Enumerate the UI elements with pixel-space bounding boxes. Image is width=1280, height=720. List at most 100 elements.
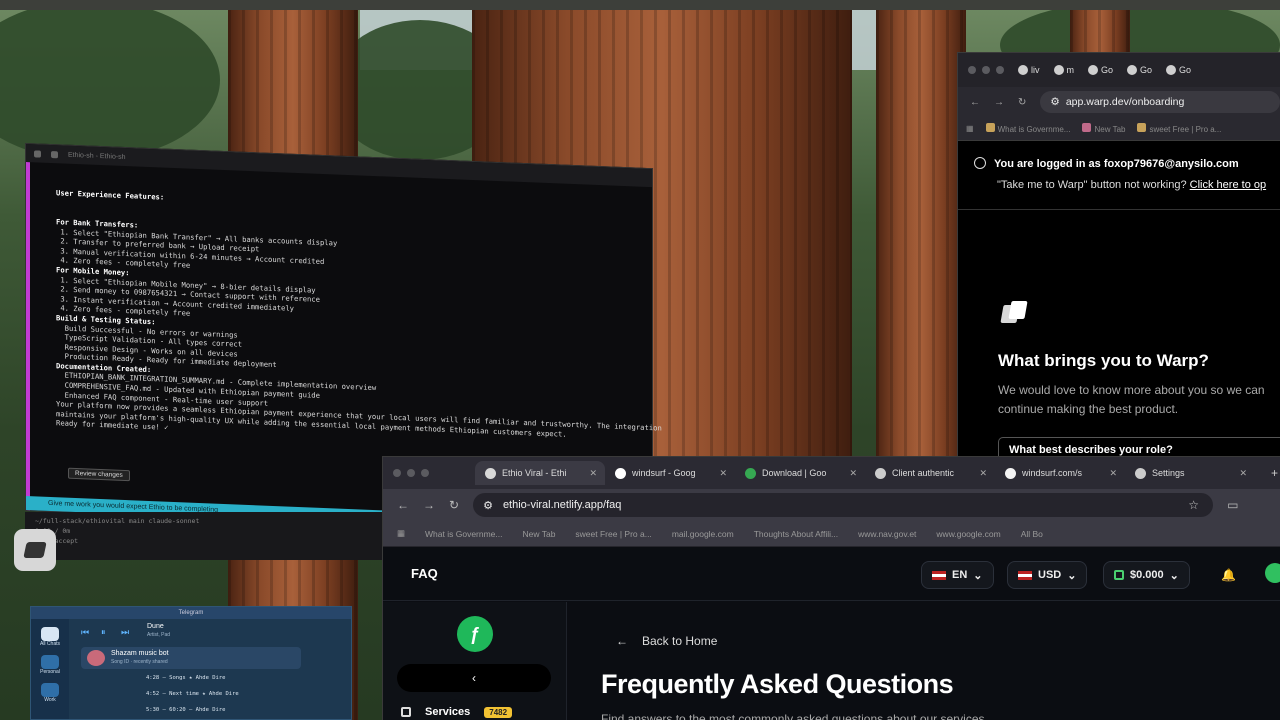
- us-flag-icon: [1018, 570, 1032, 580]
- forward-arrow-icon[interactable]: →: [423, 498, 435, 512]
- terminal-split-icon[interactable]: [51, 150, 58, 158]
- browser-tab[interactable]: m: [1053, 65, 1074, 75]
- close-tab-icon[interactable]: ✕: [719, 468, 727, 479]
- browser-tab[interactable]: Download | Goo ✕: [735, 461, 865, 485]
- sidebar-item-services[interactable]: Services 7482: [401, 706, 513, 718]
- extensions-icon[interactable]: ▭: [1227, 498, 1238, 512]
- foliage: [0, 0, 220, 160]
- bookmark-item[interactable]: www.google.com: [936, 529, 1000, 539]
- browser-tab[interactable]: Settings ✕: [1125, 461, 1255, 485]
- pause-icon[interactable]: ⏸: [101, 627, 106, 638]
- tab-favicon: [875, 467, 886, 479]
- bookmark-favicon: [1137, 123, 1147, 132]
- review-changes-button[interactable]: Review changes: [68, 467, 130, 482]
- browser-tab[interactable]: Go: [1088, 65, 1113, 75]
- bookmark-item[interactable]: sweet Free | Pro a...: [1137, 123, 1221, 134]
- bookmark-item[interactable]: All Bo: [1021, 529, 1043, 539]
- close-tab-icon[interactable]: ✕: [1109, 468, 1117, 479]
- forward-arrow-icon[interactable]: →: [994, 97, 1004, 108]
- faq-tab-bar: Ethio Viral - Ethi ✕ windsurf - Goog ✕ Downl…: [383, 457, 1280, 489]
- site-info-icon[interactable]: ⚙: [483, 499, 493, 512]
- close-tab-icon[interactable]: ✕: [849, 468, 857, 479]
- browser-tab[interactable]: Go: [1166, 65, 1191, 75]
- collapse-sidebar-button[interactable]: ‹: [397, 664, 551, 692]
- telegram-window[interactable]: Telegram All Chats Personal Work ⏮ ⏸ ⏭ D…: [30, 606, 352, 720]
- browser-tab[interactable]: windsurf - Goog ✕: [605, 461, 735, 485]
- sidebar-item-personal[interactable]: Personal: [31, 669, 69, 675]
- terminal-gutter: [26, 162, 30, 511]
- music-player: ⏮ ⏸ ⏭ Dune Artist, Pad: [77, 621, 345, 643]
- bell-icon[interactable]: 🔔: [1221, 568, 1236, 582]
- close-tab-icon[interactable]: ✕: [589, 468, 597, 479]
- sidebar-item-all-chats[interactable]: All Chats: [31, 641, 69, 647]
- next-track-icon[interactable]: ⏭: [121, 627, 129, 638]
- browser-tab[interactable]: liv: [1018, 65, 1040, 75]
- all-chats-icon[interactable]: [41, 627, 59, 641]
- browser-tab[interactable]: Client authentic ✕: [865, 461, 995, 485]
- reload-icon[interactable]: ↻: [1018, 97, 1026, 108]
- language-select[interactable]: EN ⌄: [921, 561, 994, 589]
- chevron-down-icon: ⌄: [1067, 569, 1077, 582]
- bookmark-favicon: [1082, 123, 1092, 132]
- back-to-home-link[interactable]: ← Back to Home: [616, 634, 717, 648]
- close-window-icon[interactable]: [393, 469, 401, 477]
- terminal-status-bar: ~/full-stack/ethiovital main claude-sonn…: [25, 512, 385, 560]
- faq-browser-window[interactable]: Ethio Viral - Ethi ✕ windsurf - Goog ✕ Downl…: [382, 456, 1280, 720]
- close-tab-icon[interactable]: ✕: [979, 468, 987, 479]
- onboarding-text: We would love to know more about you so …: [998, 383, 1265, 416]
- site-logo[interactable]: ƒ: [457, 616, 493, 652]
- track-title: Dune: [147, 623, 164, 630]
- wallet-balance-button[interactable]: $0.000 ⌄: [1103, 561, 1190, 589]
- new-tab-icon[interactable]: +: [1271, 466, 1278, 480]
- bookmark-label: sweet Free | Pro a...: [1149, 125, 1222, 134]
- browser-tab[interactable]: Go: [1127, 65, 1152, 75]
- currency-select[interactable]: USD ⌄: [1007, 561, 1088, 589]
- warp-app-icon[interactable]: [14, 529, 56, 571]
- apps-grid-icon[interactable]: ▦: [397, 528, 405, 539]
- bookmark-item[interactable]: mail.google.com: [672, 529, 734, 539]
- browser-tab[interactable]: Ethio Viral - Ethi ✕: [475, 461, 605, 485]
- bookmark-item[interactable]: What is Governme...: [425, 529, 502, 539]
- click-here-link[interactable]: Click here to op: [1190, 179, 1266, 191]
- back-arrow-icon[interactable]: ←: [970, 97, 980, 108]
- bookmarks-bar: ▦ What is Governme... New Tab sweet Free |…: [383, 521, 1280, 547]
- bookmark-item[interactable]: New Tab: [523, 529, 556, 539]
- warp-browser-window[interactable]: liv m Go Go Go ← → ↻ ⚙ app.warp.dev/onbo…: [957, 52, 1280, 463]
- previous-track-icon[interactable]: ⏮: [81, 627, 89, 638]
- address-bar[interactable]: ⚙ app.warp.dev/onboarding: [1040, 91, 1280, 113]
- arrow-left-icon: ←: [616, 634, 628, 648]
- close-tab-icon[interactable]: ✕: [1239, 468, 1247, 479]
- bookmark-item[interactable]: What is Governme...: [985, 123, 1071, 134]
- apps-grid-icon[interactable]: ▦: [966, 124, 974, 133]
- browser-tab[interactable]: windsurf.com/s ✕: [995, 461, 1125, 485]
- zoom-window-icon[interactable]: [421, 469, 429, 477]
- avatar[interactable]: [1265, 563, 1280, 583]
- terminal-menu-icon[interactable]: [34, 149, 41, 158]
- bookmark-star-icon[interactable]: ☆: [1188, 498, 1199, 512]
- bookmark-label: What is Governme...: [997, 125, 1071, 134]
- close-window-icon[interactable]: [968, 66, 976, 74]
- chat-list-item[interactable]: Shazam music bot Song ID · recently shar…: [81, 647, 301, 669]
- bookmark-item[interactable]: www.nav.gov.et: [858, 529, 916, 539]
- terminal-tab-title[interactable]: Ethio-sh - Ethio-sh: [68, 151, 126, 160]
- top-menu-bar: [0, 0, 1280, 10]
- personal-folder-icon[interactable]: [41, 655, 59, 669]
- zoom-window-icon[interactable]: [996, 66, 1004, 74]
- terminal-lines: For Bank Transfers: 1. Select "Ethiopian…: [56, 217, 662, 452]
- status-mode[interactable]: Auto-accept: [35, 536, 375, 546]
- minimize-window-icon[interactable]: [982, 66, 990, 74]
- minimize-window-icon[interactable]: [407, 469, 415, 477]
- bookmark-item[interactable]: Thoughts About Affili...: [754, 529, 838, 539]
- back-arrow-icon[interactable]: ←: [397, 498, 409, 512]
- bot-avatar: [87, 650, 105, 666]
- bookmark-item[interactable]: sweet Free | Pro a...: [575, 529, 651, 539]
- site-info-icon[interactable]: ⚙: [1050, 96, 1059, 108]
- status-path: ~/full-stack/ethiovital main claude-sonn…: [35, 517, 200, 525]
- sidebar-item-work[interactable]: Work: [31, 697, 69, 703]
- google-icon: [1127, 65, 1138, 75]
- url-text: ethio-viral.netlify.app/faq: [502, 499, 622, 511]
- bookmark-item[interactable]: New Tab: [1082, 123, 1125, 134]
- reload-icon[interactable]: ↻: [449, 498, 459, 512]
- address-bar[interactable]: ⚙ ethio-viral.netlify.app/faq ☆: [473, 493, 1214, 517]
- work-folder-icon[interactable]: [41, 683, 59, 697]
